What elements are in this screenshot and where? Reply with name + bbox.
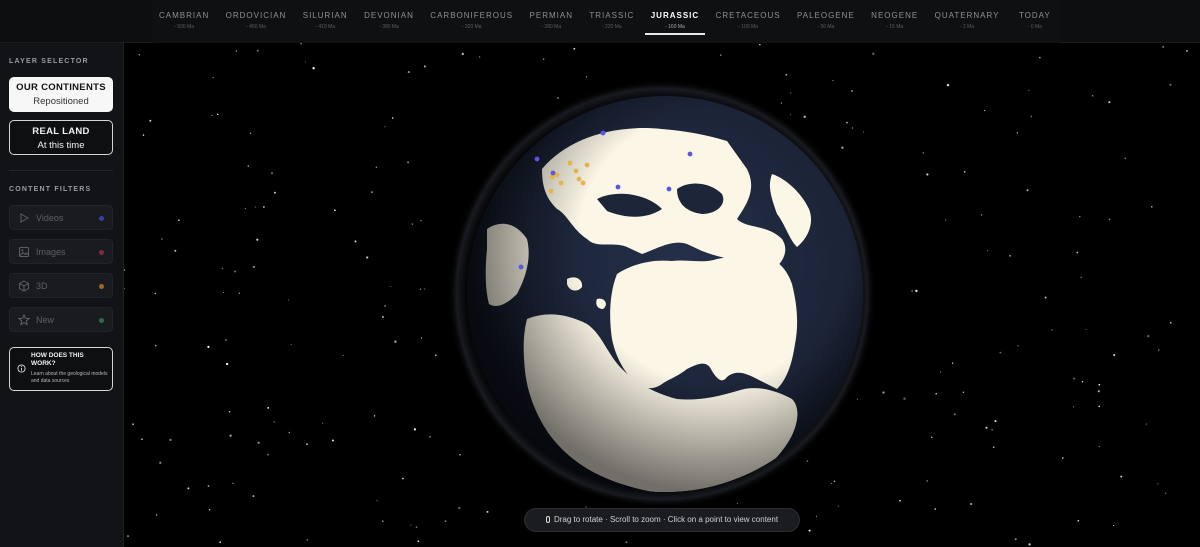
period-age: - 0 Ma bbox=[1027, 24, 1042, 30]
period-tab-ordovician[interactable]: ORDOVICIAN - 450 Ma bbox=[220, 0, 293, 43]
period-name: NEOGENE bbox=[871, 11, 919, 20]
filter-label: Videos bbox=[36, 213, 64, 223]
info-icon bbox=[17, 364, 26, 373]
period-tab-neogene[interactable]: NEOGENE - 15 Ma bbox=[865, 0, 924, 43]
period-tab-jurassic[interactable]: JURASSIC - 160 Ma bbox=[644, 0, 706, 43]
divider bbox=[9, 170, 113, 171]
period-age: - 160 Ma bbox=[665, 24, 685, 30]
period-name: TRIASSIC bbox=[589, 11, 635, 20]
period-name: QUATERNARY bbox=[934, 11, 1000, 20]
filter-new[interactable]: New bbox=[9, 307, 113, 332]
period-age: - 280 Ma bbox=[541, 24, 562, 30]
period-name: CRETACEOUS bbox=[715, 11, 781, 20]
filter-label: Images bbox=[36, 247, 66, 257]
sidebar: LAYER SELECTOR OUR CONTINENTS Reposition… bbox=[0, 43, 124, 547]
period-tab-devonian[interactable]: DEVONIAN - 380 Ma bbox=[358, 0, 420, 43]
filter-label: New bbox=[36, 315, 55, 325]
period-name: CAMBRIAN bbox=[159, 11, 210, 20]
star-icon bbox=[18, 314, 30, 326]
period-age: - 100 Ma bbox=[738, 24, 758, 30]
content-filters-heading: CONTENT FILTERS bbox=[9, 186, 92, 193]
filter-videos[interactable]: Videos bbox=[9, 205, 113, 230]
period-tab-paleogene[interactable]: PALEOGENE - 50 Ma bbox=[791, 0, 861, 43]
period-tab-carboniferous[interactable]: CARBONIFEROUS - 320 Ma bbox=[424, 0, 519, 43]
filter-images[interactable]: Images bbox=[9, 239, 113, 264]
how-description: Learn about the geological models and da… bbox=[31, 371, 108, 384]
period-tab-today[interactable]: TODAY - 0 Ma bbox=[1010, 0, 1060, 43]
period-age: - 320 Ma bbox=[461, 24, 482, 30]
hint-text: Drag to rotate · Scroll to zoom · Click … bbox=[553, 515, 779, 524]
period-name: DEVONIAN bbox=[364, 11, 414, 20]
filter-color-dot bbox=[99, 250, 104, 255]
layer-our-continents-button[interactable]: OUR CONTINENTS Repositioned bbox=[9, 77, 113, 112]
period-name: TODAY bbox=[1018, 11, 1051, 20]
period-tab-cretaceous[interactable]: CRETACEOUS - 100 Ma bbox=[710, 0, 787, 43]
mouse-icon bbox=[545, 516, 550, 523]
period-age: - 50 Ma bbox=[817, 24, 835, 30]
play-icon bbox=[20, 213, 30, 223]
interaction-hint: Drag to rotate · Scroll to zoom · Click … bbox=[524, 508, 800, 532]
layer-selector-heading: LAYER SELECTOR bbox=[9, 58, 89, 65]
cube-icon bbox=[19, 280, 29, 292]
layer-title: OUR CONTINENTS bbox=[16, 82, 106, 93]
globe[interactable] bbox=[447, 79, 877, 509]
globe-viewport[interactable]: Drag to rotate · Scroll to zoom · Click … bbox=[124, 43, 1200, 547]
layer-subtitle: Repositioned bbox=[33, 96, 89, 107]
period-name: CARBONIFEROUS bbox=[430, 11, 514, 20]
earth-globe bbox=[448, 80, 876, 508]
how-title: HOW DOES THIS WORK? bbox=[31, 352, 84, 367]
period-name: SILURIAN bbox=[302, 11, 348, 20]
filter-color-dot bbox=[99, 318, 104, 323]
period-age: - 2 Ma bbox=[959, 24, 975, 30]
period-tab-silurian[interactable]: SILURIAN - 410 Ma bbox=[297, 0, 354, 43]
period-age: - 450 Ma bbox=[246, 24, 266, 30]
image-icon bbox=[19, 247, 29, 257]
filter-label: 3D bbox=[36, 281, 48, 291]
period-name: PALEOGENE bbox=[796, 11, 855, 20]
period-age: - 380 Ma bbox=[379, 24, 399, 30]
layer-real-land-button[interactable]: REAL LAND At this time bbox=[9, 120, 113, 155]
period-name: JURASSIC bbox=[650, 11, 700, 20]
how-does-this-work-button[interactable]: HOW DOES THIS WORK? Learn about the geol… bbox=[9, 347, 113, 391]
layer-title: REAL LAND bbox=[32, 126, 90, 137]
period-age: - 220 Ma bbox=[601, 24, 622, 30]
period-tab-quaternary[interactable]: QUATERNARY - 2 Ma bbox=[929, 0, 1006, 43]
filter-color-dot bbox=[99, 216, 104, 221]
period-age: - 410 Ma bbox=[315, 24, 336, 30]
filter-color-dot bbox=[99, 284, 104, 289]
period-name: PERMIAN bbox=[529, 11, 573, 20]
period-tab-triassic[interactable]: TRIASSIC - 220 Ma bbox=[583, 0, 640, 43]
period-tab-cambrian[interactable]: CAMBRIAN - 500 Ma bbox=[153, 0, 215, 43]
period-age: - 15 Ma bbox=[886, 24, 904, 30]
filter-3d[interactable]: 3D bbox=[9, 273, 113, 298]
period-age: - 500 Ma bbox=[174, 24, 194, 30]
period-tabs: CAMBRIAN - 500 Ma ORDOVICIAN - 450 Ma SILU… bbox=[153, 0, 1060, 43]
layer-subtitle: At this time bbox=[37, 140, 85, 151]
period-bar: CAMBRIAN - 500 Ma ORDOVICIAN - 450 Ma SILU… bbox=[0, 0, 1200, 43]
period-tab-permian[interactable]: PERMIAN - 280 Ma bbox=[524, 0, 579, 43]
period-name: ORDOVICIAN bbox=[225, 11, 287, 20]
